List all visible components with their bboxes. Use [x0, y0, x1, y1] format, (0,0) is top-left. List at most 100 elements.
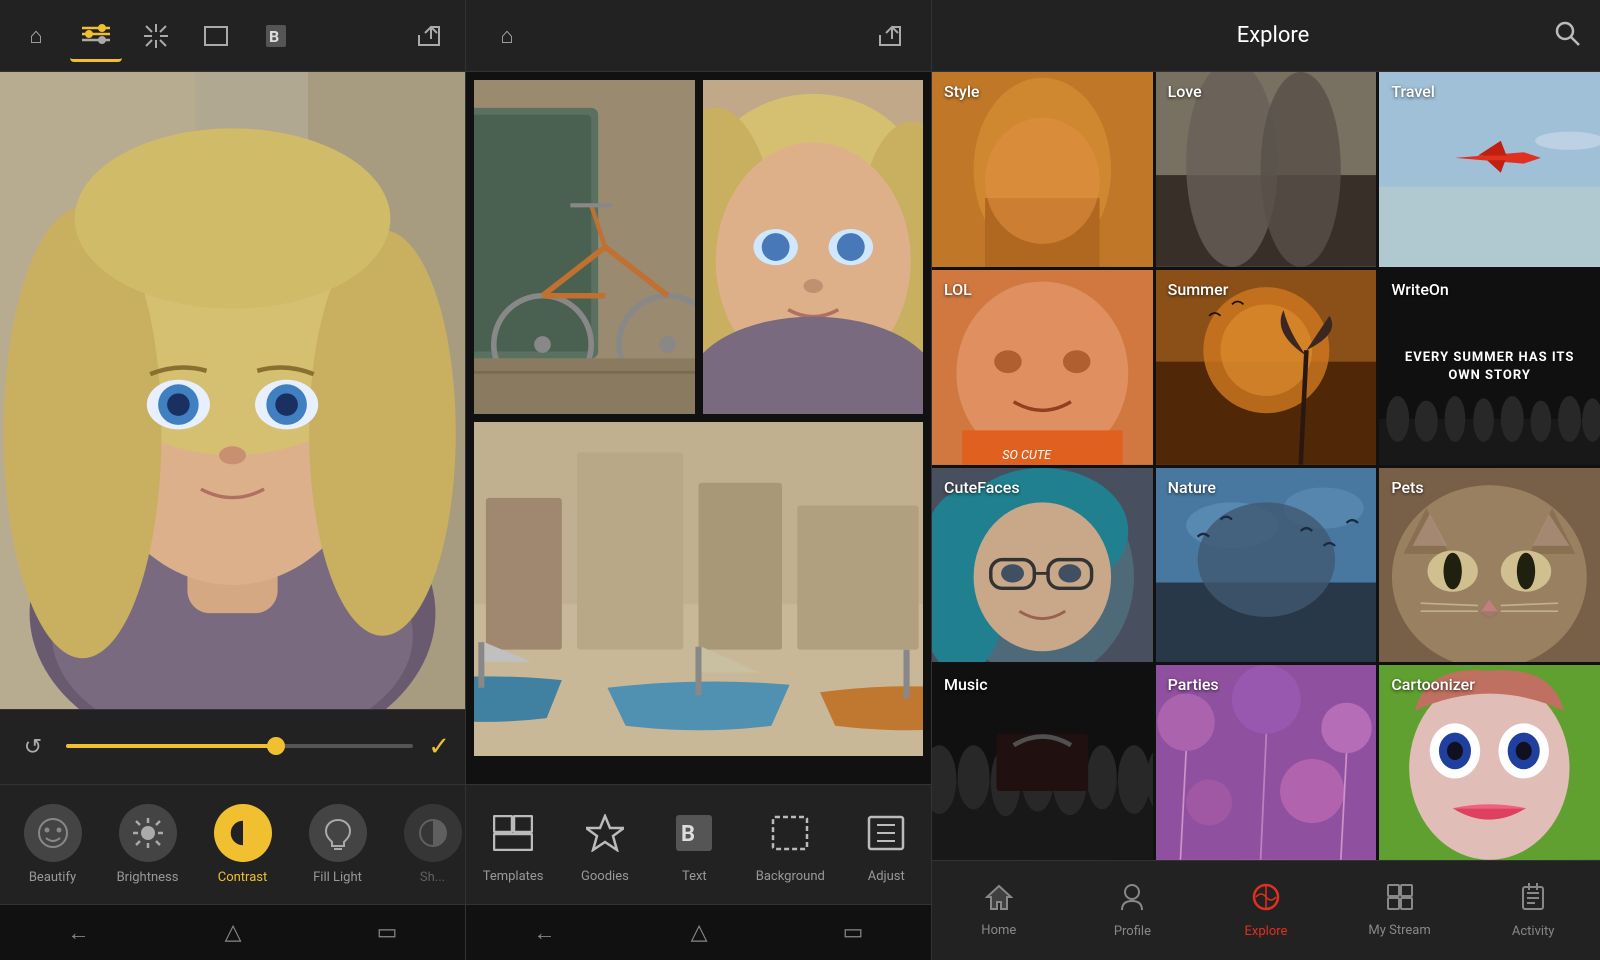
collage-home-button[interactable]: ⌂ [481, 10, 533, 62]
explore-nav-icon [1252, 883, 1280, 918]
collage-cell-girl[interactable] [703, 80, 924, 414]
nav-explore[interactable]: Explore [1216, 883, 1316, 939]
home-nav-button[interactable]: △ [225, 920, 242, 945]
filllight-icon [309, 804, 367, 862]
editor-nav-bar: ← △ ▭ [0, 904, 465, 960]
nav-activity-label: Activity [1512, 924, 1555, 939]
grid-cell-parties[interactable]: Parties [1156, 665, 1377, 860]
grid-cell-pets[interactable]: Pets [1379, 468, 1600, 663]
adjust-icon [858, 805, 914, 861]
grid-cell-travel[interactable]: Travel [1379, 72, 1600, 267]
nav-profile-label: Profile [1114, 924, 1151, 939]
explore-header: Explore [932, 0, 1600, 72]
pets-label: Pets [1391, 478, 1423, 497]
adjustment-slider[interactable] [66, 744, 413, 750]
nature-label: Nature [1168, 478, 1216, 497]
nav-explore-label: Explore [1245, 924, 1288, 939]
editor-photo-preview [0, 72, 465, 709]
templates-label: Templates [483, 869, 544, 884]
templates-tool[interactable]: Templates [483, 805, 544, 884]
home-button[interactable]: ⌂ [10, 10, 62, 62]
magic-button[interactable] [130, 10, 182, 62]
background-icon [762, 805, 818, 861]
goodies-icon [577, 805, 633, 861]
parties-label: Parties [1168, 675, 1219, 694]
nav-mystream[interactable]: My Stream [1350, 884, 1450, 938]
svg-text:SO CUTE: SO CUTE [1002, 448, 1052, 463]
back-button[interactable]: ← [68, 920, 90, 946]
collage-nav-bar: ← △ ▭ [466, 904, 931, 960]
svg-text:B: B [681, 822, 695, 847]
adjust-label: Adjust [868, 869, 905, 884]
collage-recent-button[interactable]: ▭ [843, 920, 864, 945]
goodies-tool[interactable]: Goodies [577, 805, 633, 884]
background-label: Background [756, 869, 825, 884]
writeon-text: EVERY SUMMER HAS ITS OWN STORY [1390, 349, 1589, 385]
shadow-icon [404, 804, 462, 862]
background-tool[interactable]: Background [756, 805, 825, 884]
panel-explore: Explore Style Love [932, 0, 1600, 960]
love-label: Love [1168, 82, 1202, 101]
contrast-label: Contrast [218, 870, 268, 885]
frame-button[interactable] [190, 10, 242, 62]
share-button[interactable] [403, 10, 455, 62]
activity-nav-icon [1521, 883, 1545, 918]
brightness-label: Brightness [117, 870, 179, 885]
templates-icon [485, 805, 541, 861]
filllight-label: Fill Light [313, 870, 362, 885]
collage-back-button[interactable]: ← [534, 920, 556, 946]
cartoonizer-label: Cartoonizer [1391, 675, 1475, 694]
writeon-label: WriteOn [1391, 280, 1448, 299]
search-button[interactable] [1554, 20, 1580, 52]
beautify-tool[interactable]: Beautify [5, 804, 100, 885]
nav-profile[interactable]: Profile [1082, 883, 1182, 939]
grid-cell-cartoonizer[interactable]: Cartoonizer [1379, 665, 1600, 860]
beautify-label: Beautify [29, 870, 76, 885]
nav-activity[interactable]: Activity [1483, 883, 1583, 939]
collage-top-row [474, 80, 923, 414]
grid-cell-music[interactable]: Music [932, 665, 1153, 860]
collage-share-button[interactable] [864, 10, 916, 62]
collage-bottom-toolbar: Templates Goodies B Text [466, 784, 931, 904]
adjust-tool[interactable]: Adjust [858, 805, 914, 884]
bold-button[interactable]: B [250, 10, 302, 62]
confirm-button[interactable]: ✓ [428, 732, 450, 762]
summer-label: Summer [1168, 280, 1229, 299]
travel-label: Travel [1391, 82, 1435, 101]
beautify-icon [24, 804, 82, 862]
collage-area [466, 72, 931, 784]
explore-grid: Style Love Travel [932, 72, 1600, 860]
photo-bg [0, 72, 465, 709]
explore-title: Explore [992, 23, 1554, 48]
shadow-tool[interactable]: Sh... [385, 804, 465, 885]
grid-cell-style[interactable]: Style [932, 72, 1153, 267]
nav-mystream-label: My Stream [1368, 923, 1430, 938]
contrast-tool[interactable]: Contrast [195, 804, 290, 885]
lol-label: LOL [944, 280, 972, 299]
adjustment-bar: ↺ ✓ [0, 709, 465, 784]
grid-cell-lol[interactable]: SO CUTE LOL [932, 270, 1153, 465]
goodies-label: Goodies [581, 869, 629, 884]
grid-cell-cutefaces[interactable]: CuteFaces [932, 468, 1153, 663]
collage-home-nav-button[interactable]: △ [691, 920, 708, 945]
text-icon: B [666, 805, 722, 861]
adjust-button[interactable] [70, 10, 122, 62]
grid-cell-summer[interactable]: Summer [1156, 270, 1377, 465]
collage-cell-boats[interactable] [474, 422, 923, 756]
filllight-tool[interactable]: Fill Light [290, 804, 385, 885]
panel-editor: ⌂ [0, 0, 466, 960]
recent-button[interactable]: ▭ [377, 920, 398, 945]
undo-button[interactable]: ↺ [15, 735, 51, 760]
nav-home[interactable]: Home [949, 884, 1049, 938]
collage-cell-bike[interactable] [474, 80, 695, 414]
text-tool[interactable]: B Text [666, 805, 722, 884]
style-label: Style [944, 82, 980, 101]
grid-cell-love[interactable]: Love [1156, 72, 1377, 267]
grid-cell-writeon[interactable]: WriteOn EVERY SUMMER HAS ITS OWN STORY [1379, 270, 1600, 465]
editor-toolbar: ⌂ [0, 0, 465, 72]
explore-nav-bar: Home Profile Explore [932, 860, 1600, 960]
collage-toolbar: ⌂ [466, 0, 931, 72]
brightness-tool[interactable]: Brightness [100, 804, 195, 885]
contrast-icon [214, 804, 272, 862]
grid-cell-nature[interactable]: Nature [1156, 468, 1377, 663]
